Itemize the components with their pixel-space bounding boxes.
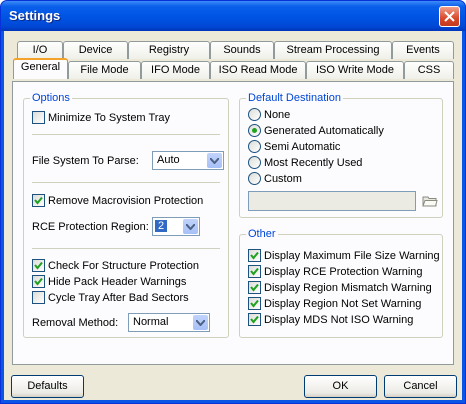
default-destination-title: Default Destination [246, 92, 343, 104]
tab-iso-write-mode[interactable]: ISO Write Mode [306, 61, 404, 79]
checkmark-icon [250, 267, 259, 276]
checkmark-icon [250, 251, 259, 260]
hide-pack-header-checkbox[interactable]: Hide Pack Header Warnings [32, 275, 222, 289]
checkmark-icon [250, 315, 259, 324]
default-destination-group: Default Destination None Generated Autom… [239, 92, 443, 218]
radio-semi-automatic[interactable]: Semi Automatic [248, 140, 428, 154]
tab-general[interactable]: General [13, 58, 68, 79]
checkmark-icon [250, 299, 259, 308]
radio-semi-automatic-label: Semi Automatic [264, 141, 341, 153]
tab-ifo-mode[interactable]: IFO Mode [141, 61, 210, 79]
chevron-down-icon[interactable] [193, 315, 208, 330]
chevron-down-icon[interactable] [207, 153, 222, 168]
tab-panel-general: Options Minimize To System Tray File Sys… [12, 81, 454, 365]
remove-macrovision-checkbox[interactable]: Remove Macrovision Protection [32, 194, 222, 208]
check-structure-label: Check For Structure Protection [48, 260, 200, 272]
fs-parse-label: File System To Parse: [32, 155, 139, 167]
radio-generated-label: Generated Automatically [264, 125, 384, 137]
display-max-file-size-checkbox[interactable]: Display Maximum File Size Warning [248, 249, 440, 263]
minimize-to-tray-label: Minimize To System Tray [48, 112, 171, 124]
hide-pack-header-label: Hide Pack Header Warnings [48, 276, 187, 288]
checkbox-box[interactable] [248, 281, 261, 294]
removal-method-select[interactable]: Normal [128, 313, 210, 332]
checkbox-box[interactable] [248, 249, 261, 262]
fs-parse-select[interactable]: Auto [152, 151, 224, 170]
radio-selected-dot [252, 128, 257, 133]
tab-sounds[interactable]: Sounds [210, 41, 274, 59]
dialog-body: I/O Device Registry Sounds Stream Proces… [4, 31, 462, 400]
checkbox-box[interactable] [32, 275, 45, 288]
divider [32, 182, 220, 183]
other-group: Other Display Maximum File Size Warning … [239, 228, 443, 338]
radio-circle[interactable] [248, 172, 261, 185]
checkmark-icon [250, 283, 259, 292]
other-group-title: Other [246, 228, 278, 240]
tab-device[interactable]: Device [63, 41, 128, 59]
checkmark-icon [34, 261, 43, 270]
close-button[interactable] [439, 6, 460, 27]
checkbox-box[interactable] [32, 194, 45, 207]
display-mds-not-iso-checkbox[interactable]: Display MDS Not ISO Warning [248, 313, 438, 327]
cycle-tray-label: Cycle Tray After Bad Sectors [48, 292, 189, 304]
radio-mru-label: Most Recently Used [264, 157, 363, 169]
check-structure-checkbox[interactable]: Check For Structure Protection [32, 259, 222, 273]
radio-circle[interactable] [248, 108, 261, 121]
radio-circle[interactable] [248, 156, 261, 169]
cancel-button[interactable]: Cancel [384, 375, 457, 398]
divider [32, 248, 220, 249]
removal-method-value: Normal [133, 316, 169, 328]
tab-events[interactable]: Events [392, 41, 454, 59]
options-group: Options Minimize To System Tray File Sys… [23, 92, 229, 338]
title-bar[interactable]: Settings [1, 1, 465, 31]
display-rce-protection-checkbox[interactable]: Display RCE Protection Warning [248, 265, 438, 279]
checkbox-box[interactable] [32, 111, 45, 124]
radio-most-recently-used[interactable]: Most Recently Used [248, 156, 428, 170]
tab-registry[interactable]: Registry [128, 41, 210, 59]
cycle-tray-checkbox[interactable]: Cycle Tray After Bad Sectors [32, 291, 222, 305]
options-group-title: Options [30, 92, 72, 104]
fs-parse-value: Auto [157, 154, 180, 166]
radio-none-label: None [264, 109, 291, 121]
display-region-not-set-checkbox[interactable]: Display Region Not Set Warning [248, 297, 438, 311]
removal-method-label: Removal Method: [32, 317, 119, 329]
minimize-to-tray-checkbox[interactable]: Minimize To System Tray [32, 111, 222, 125]
checkbox-box[interactable] [32, 259, 45, 272]
display-mds-not-iso-label: Display MDS Not ISO Warning [264, 314, 414, 326]
close-icon [444, 11, 455, 22]
defaults-button[interactable]: Defaults [11, 375, 84, 398]
display-region-mismatch-label: Display Region Mismatch Warning [264, 282, 432, 294]
checkbox-box[interactable] [32, 291, 45, 304]
radio-circle[interactable] [248, 124, 261, 137]
checkbox-box[interactable] [248, 313, 261, 326]
remove-macrovision-label: Remove Macrovision Protection [48, 195, 204, 207]
display-max-file-size-label: Display Maximum File Size Warning [264, 250, 440, 262]
folder-browse-icon[interactable] [422, 195, 438, 207]
display-rce-protection-label: Display RCE Protection Warning [264, 266, 423, 278]
settings-window: Settings I/O Device Registry Sounds Stre… [0, 0, 466, 404]
display-region-not-set-label: Display Region Not Set Warning [264, 298, 422, 310]
window-title: Settings [9, 8, 61, 23]
radio-none[interactable]: None [248, 108, 428, 122]
rce-region-label: RCE Protection Region: [32, 221, 149, 233]
radio-generated-automatically[interactable]: Generated Automatically [248, 124, 428, 138]
rce-region-select[interactable]: 2 [152, 217, 200, 236]
checkmark-icon [34, 277, 43, 286]
custom-path-input[interactable] [248, 191, 416, 211]
tab-file-mode[interactable]: File Mode [68, 61, 141, 79]
divider [32, 134, 220, 135]
checkbox-box[interactable] [248, 265, 261, 278]
tab-io[interactable]: I/O [17, 41, 63, 59]
rce-region-value: 2 [155, 220, 168, 232]
radio-custom[interactable]: Custom [248, 172, 428, 186]
display-region-mismatch-checkbox[interactable]: Display Region Mismatch Warning [248, 281, 438, 295]
ok-button[interactable]: OK [304, 375, 377, 398]
tab-stream-processing[interactable]: Stream Processing [274, 41, 392, 59]
checkbox-box[interactable] [248, 297, 261, 310]
chevron-down-icon[interactable] [183, 219, 198, 234]
radio-circle[interactable] [248, 140, 261, 153]
checkmark-icon [34, 196, 43, 205]
radio-custom-label: Custom [264, 173, 302, 185]
tab-iso-read-mode[interactable]: ISO Read Mode [210, 61, 306, 79]
tab-css[interactable]: CSS [404, 61, 454, 79]
